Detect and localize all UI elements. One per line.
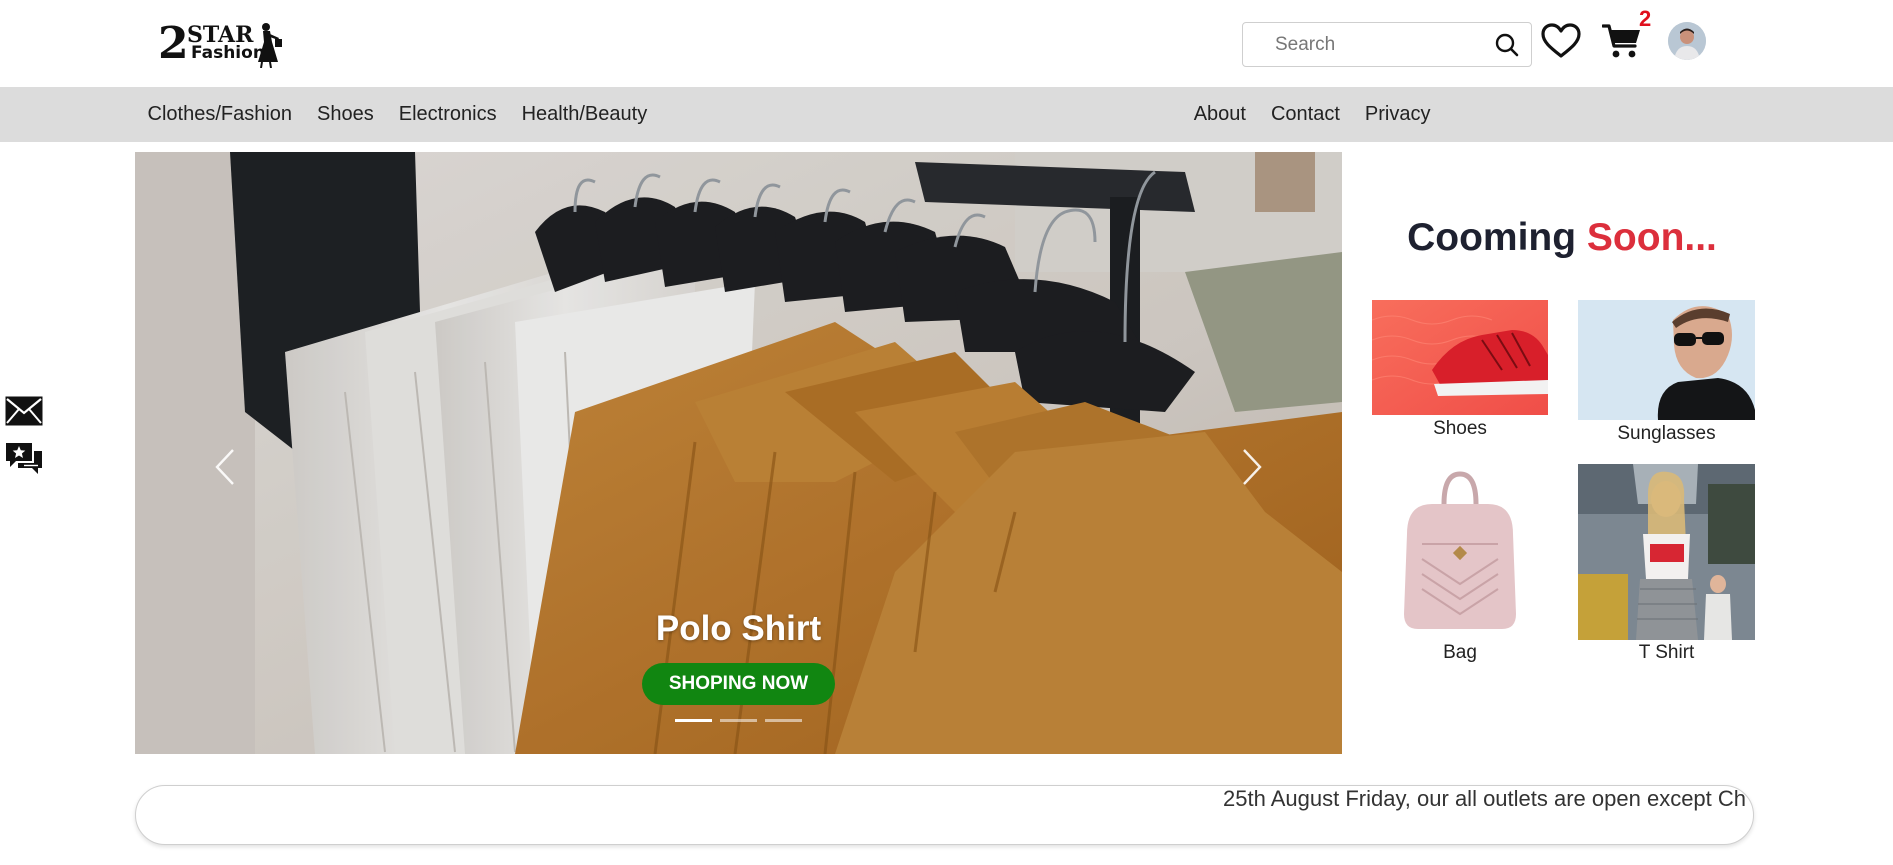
sunglasses-image — [1578, 300, 1755, 420]
coming-soon-title-main: Cooming — [1407, 216, 1577, 259]
category-navbar: Clothes/Fashion Shoes Electronics Health… — [0, 87, 1893, 142]
nav-link-clothes-fashion[interactable]: Clothes/Fashion — [135, 103, 305, 126]
logo-number: 2 — [158, 18, 189, 69]
coming-soon-panel: Cooming Soon... Shoes Sunglasses Bag T S… — [1342, 152, 1782, 672]
nav-link-health-beauty[interactable]: Health/Beauty — [509, 103, 660, 126]
nav-info-links: About Contact Privacy — [1181, 87, 1443, 142]
coming-item-label: Sunglasses — [1617, 423, 1716, 444]
search-icon[interactable] — [1495, 33, 1519, 57]
search-box — [1242, 22, 1532, 67]
coming-item-t-shirt[interactable]: T Shirt — [1578, 464, 1755, 669]
top-header: 2 STAR Fashion 2 — [0, 0, 1893, 87]
carousel-indicator-1[interactable] — [675, 719, 712, 722]
coming-item-sunglasses[interactable]: Sunglasses — [1578, 300, 1755, 450]
carousel-indicator-3[interactable] — [765, 719, 802, 722]
coming-soon-title-accent: Soon... — [1586, 216, 1717, 259]
nav-link-electronics[interactable]: Electronics — [386, 103, 509, 126]
coming-item-bag[interactable]: Bag — [1372, 464, 1548, 669]
nav-categories: Clothes/Fashion Shoes Electronics Health… — [135, 87, 660, 142]
chevron-right-icon[interactable] — [1232, 442, 1272, 492]
chevron-left-icon[interactable] — [205, 442, 245, 492]
nav-link-shoes[interactable]: Shoes — [305, 103, 387, 126]
hero-carousel: Polo Shirt SHOPING NOW — [135, 152, 1342, 754]
announcement-ticker: 25th August Friday, our all outlets are … — [135, 785, 1754, 845]
heart-icon[interactable] — [1541, 23, 1581, 59]
shop-now-button[interactable]: SHOPING NOW — [642, 663, 835, 705]
shoes-image — [1372, 300, 1548, 415]
mail-icon[interactable] — [4, 395, 44, 427]
cart-icon[interactable] — [1602, 22, 1642, 60]
nav-link-privacy[interactable]: Privacy — [1352, 103, 1443, 126]
coming-item-label: Shoes — [1433, 418, 1487, 439]
nav-link-contact[interactable]: Contact — [1258, 103, 1352, 126]
logo-figure-icon — [258, 23, 282, 68]
search-input[interactable] — [1244, 24, 1484, 65]
avatar-image — [1668, 22, 1706, 60]
announcement-text: 25th August Friday, our all outlets are … — [1223, 786, 1747, 811]
carousel-indicator-2[interactable] — [720, 719, 757, 722]
carousel-indicators — [675, 719, 802, 722]
bag-image — [1372, 464, 1548, 640]
coming-item-label: T Shirt — [1638, 642, 1695, 663]
coming-item-shoes[interactable]: Shoes — [1372, 300, 1548, 450]
nav-link-about[interactable]: About — [1181, 103, 1258, 126]
coming-item-label: Bag — [1443, 642, 1477, 663]
t-shirt-image — [1578, 464, 1755, 640]
hero-title: Polo Shirt — [655, 609, 822, 648]
avatar[interactable] — [1668, 22, 1706, 60]
logo[interactable]: 2 STAR Fashion — [158, 20, 288, 68]
cart-count-badge: 2 — [1639, 6, 1652, 31]
coming-soon-title: Cooming Soon... — [1342, 214, 1782, 262]
review-icon[interactable] — [4, 441, 44, 477]
